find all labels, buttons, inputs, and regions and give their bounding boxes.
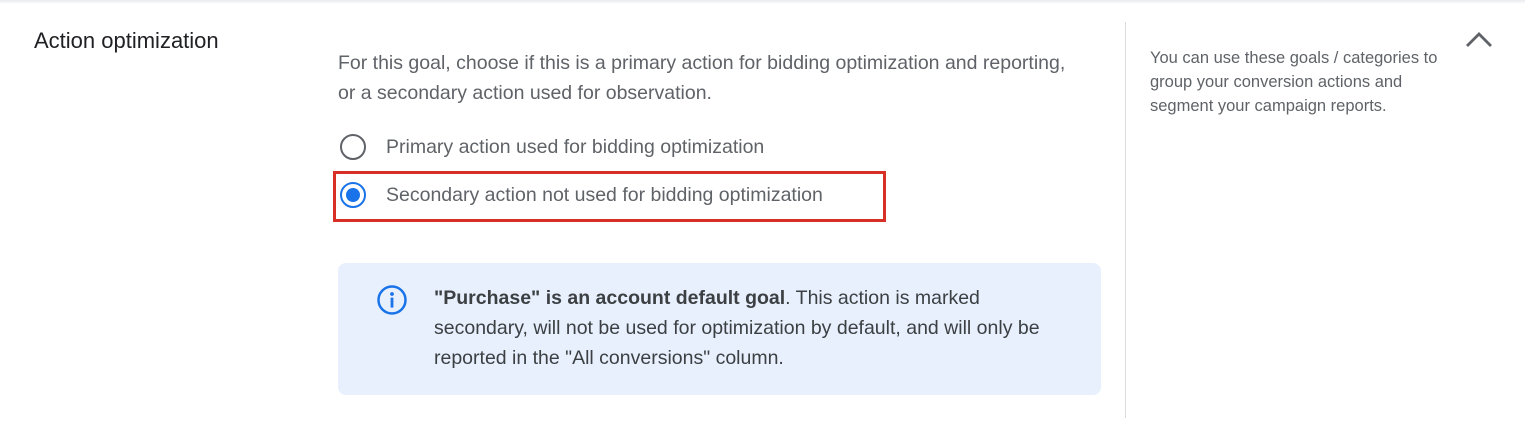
goal-description: For this goal, choose if this is a prima… (338, 52, 1066, 104)
top-shadow (0, 0, 1525, 4)
section-title: Action optimization (34, 28, 219, 53)
help-text: You can use these goals / categories to … (1150, 49, 1438, 115)
radio-dot (346, 188, 360, 202)
radio-primary-action[interactable]: Primary action used for bidding optimiza… (340, 134, 764, 160)
radio-button-unchecked[interactable] (340, 134, 366, 160)
chevron-up-icon (1465, 30, 1493, 53)
info-icon (376, 284, 408, 316)
collapse-section-button[interactable] (1459, 24, 1499, 58)
vertical-divider (1125, 22, 1126, 418)
radio-secondary-label: Secondary action not used for bidding op… (386, 183, 823, 206)
radio-primary-label: Primary action used for bidding optimiza… (386, 135, 765, 158)
radio-button-checked[interactable] (340, 182, 366, 208)
info-text: "Purchase" is an account default goal. T… (434, 283, 1074, 373)
info-bold-text: "Purchase" is an account default goal (434, 287, 786, 309)
radio-secondary-action[interactable]: Secondary action not used for bidding op… (340, 182, 823, 208)
info-notice: "Purchase" is an account default goal. T… (338, 263, 1101, 395)
